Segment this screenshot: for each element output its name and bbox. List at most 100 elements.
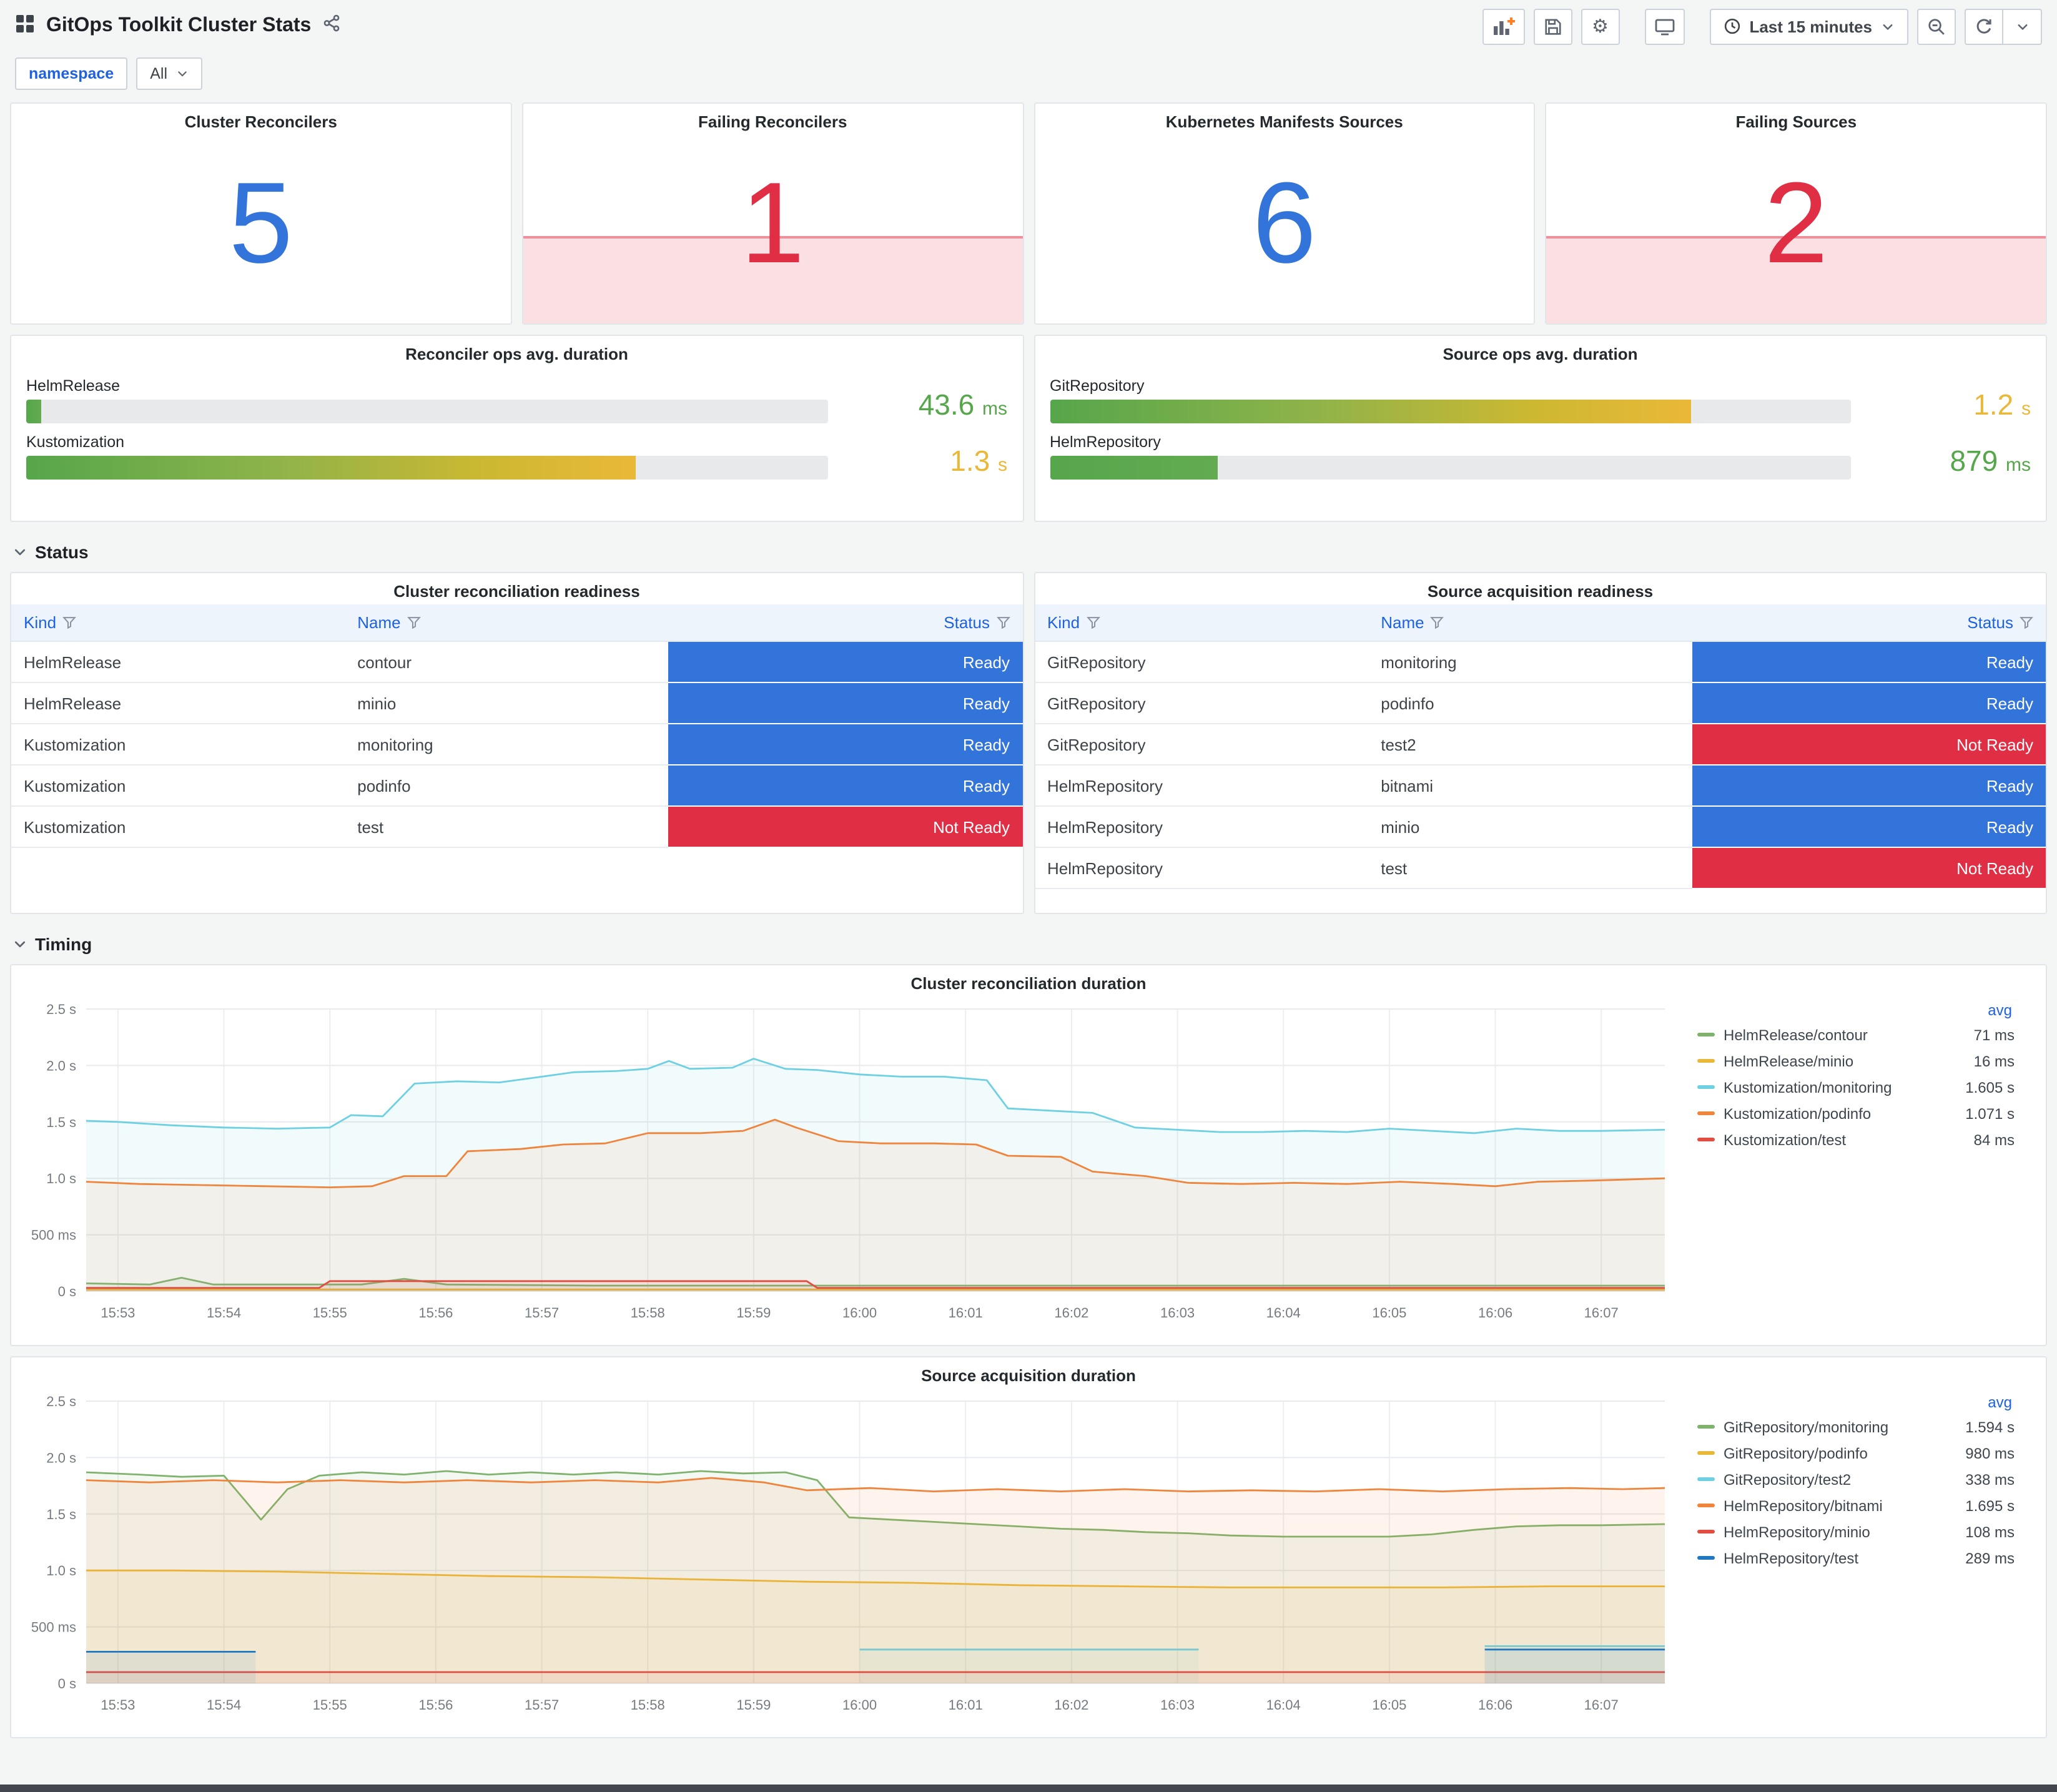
column-label: Status <box>944 613 990 632</box>
legend-item[interactable]: HelmRepository/test 289 ms <box>1697 1545 2015 1571</box>
filter-icon[interactable] <box>996 616 1010 629</box>
legend-item[interactable]: GitRepository/monitoring 1.594 s <box>1697 1414 2015 1440</box>
timeseries-chart[interactable]: 15:53 15:54 15:55 15:56 15:57 15:58 15:59 16:00… <box>24 997 1685 1329</box>
tables-row: Cluster reconciliation readiness Kind Na… <box>10 572 2047 914</box>
series-avg-value: 1.071 s <box>1965 1105 2015 1122</box>
tv-mode-button[interactable] <box>1644 8 1685 44</box>
legend-item[interactable]: Kustomization/test 84 ms <box>1697 1126 2015 1153</box>
series-name: HelmRepository/minio <box>1724 1523 1870 1540</box>
filter-icon[interactable] <box>2020 616 2033 629</box>
legend-item[interactable]: HelmRepository/bitnami 1.695 s <box>1697 1492 2015 1519</box>
timeseries-chart[interactable]: 15:53 15:54 15:55 15:56 15:57 15:58 15:59 16:00… <box>24 1389 1685 1721</box>
table-row[interactable]: Kustomization test Not Ready <box>11 806 1022 848</box>
legend-item[interactable]: Kustomization/podinfo 1.071 s <box>1697 1100 2015 1126</box>
legend-item[interactable]: Kustomization/monitoring 1.605 s <box>1697 1074 2015 1100</box>
table-cell: contour <box>345 641 669 683</box>
status-cell: Ready <box>668 682 1022 724</box>
table-cell: HelmRepository <box>1035 765 1369 807</box>
table-row[interactable]: HelmRelease contour Ready <box>11 641 1022 683</box>
filter-icon[interactable] <box>62 616 76 629</box>
apps-grid-icon[interactable] <box>15 13 35 39</box>
column-header-status[interactable]: Status <box>1692 604 2046 642</box>
series-name: HelmRepository/bitnami <box>1724 1497 1883 1514</box>
svg-text:16:06: 16:06 <box>1478 1305 1512 1321</box>
share-icon[interactable] <box>322 14 341 39</box>
filter-icon[interactable] <box>1430 616 1444 629</box>
series-name: HelmRelease/minio <box>1724 1052 1854 1070</box>
section-header-timing[interactable]: Timing <box>10 924 2047 954</box>
table-row[interactable]: Kustomization podinfo Ready <box>11 765 1022 807</box>
table-row[interactable]: Kustomization monitoring Ready <box>11 724 1022 766</box>
save-dashboard-button[interactable] <box>1533 8 1572 44</box>
table-cell: HelmRelease <box>11 682 345 724</box>
table-cell: GitRepository <box>1035 682 1369 724</box>
dashboard-settings-button[interactable]: ⚙ <box>1581 8 1620 44</box>
table-cell: Kustomization <box>11 806 345 848</box>
svg-text:2.5 s: 2.5 s <box>46 1394 76 1409</box>
legend-item[interactable]: HelmRelease/contour 71 ms <box>1697 1022 2015 1048</box>
series-color-dash <box>1697 1085 1715 1089</box>
column-header-name[interactable]: Name <box>1368 604 1692 642</box>
table-row[interactable]: GitRepository test2 Not Ready <box>1035 724 2046 766</box>
variable-value-dropdown[interactable]: All <box>136 57 203 90</box>
series-avg-value: 84 ms <box>1973 1131 2015 1148</box>
series-name: HelmRelease/contour <box>1724 1026 1868 1043</box>
zoom-out-button[interactable] <box>1917 8 1956 44</box>
svg-text:15:57: 15:57 <box>525 1697 559 1713</box>
svg-text:15:53: 15:53 <box>101 1697 135 1713</box>
table-row[interactable]: GitRepository monitoring Ready <box>1035 641 2046 683</box>
stat-panel-failing-reconcilers: Failing Reconcilers 1 <box>521 102 1024 325</box>
refresh-interval-dropdown[interactable] <box>2003 8 2042 44</box>
panel-title[interactable]: Failing Sources <box>1547 104 2046 135</box>
panel-title[interactable]: Cluster Reconcilers <box>11 104 511 135</box>
variable-label-namespace[interactable]: namespace <box>15 57 128 90</box>
panel-title[interactable]: Source ops avg. duration <box>1050 336 2031 367</box>
panel-title[interactable]: Failing Reconcilers <box>523 104 1023 135</box>
legend-item[interactable]: HelmRelease/minio 16 ms <box>1697 1048 2015 1074</box>
time-range-picker[interactable]: Last 15 minutes <box>1709 8 1908 44</box>
column-header-kind[interactable]: Kind <box>1035 604 1369 642</box>
filter-icon[interactable] <box>407 616 421 629</box>
legend-item[interactable]: HelmRepository/minio 108 ms <box>1697 1519 2015 1545</box>
column-header-kind[interactable]: Kind <box>11 604 345 642</box>
refresh-button[interactable] <box>1965 8 2003 44</box>
svg-text:15:59: 15:59 <box>736 1305 771 1321</box>
table-row[interactable]: GitRepository podinfo Ready <box>1035 682 2046 724</box>
panel-title[interactable]: Source acquisition duration <box>24 1357 2033 1389</box>
table-row[interactable]: HelmRelease minio Ready <box>11 682 1022 724</box>
legend-item[interactable]: GitRepository/podinfo 980 ms <box>1697 1440 2015 1466</box>
panel-title[interactable]: Kubernetes Manifests Sources <box>1035 104 1534 135</box>
gauge-value: 43.6 ms <box>918 388 1007 421</box>
chart-legend: avg HelmRelease/contour 71 ms HelmRelease/m… <box>1685 997 2020 1153</box>
filter-icon[interactable] <box>1086 616 1100 629</box>
chevron-down-icon <box>178 71 187 77</box>
legend-item[interactable]: GitRepository/test2 338 ms <box>1697 1466 2015 1492</box>
svg-text:16:06: 16:06 <box>1478 1697 1512 1713</box>
panel-title[interactable]: Cluster reconciliation duration <box>24 965 2033 997</box>
table-cell: GitRepository <box>1035 724 1369 766</box>
svg-text:16:04: 16:04 <box>1266 1305 1301 1321</box>
panel-title[interactable]: Source acquisition readiness <box>1035 573 2046 604</box>
table-row[interactable]: HelmRepository test Not Ready <box>1035 847 2046 889</box>
series-avg-value: 108 ms <box>1965 1523 2015 1540</box>
add-panel-button[interactable] <box>1482 8 1525 44</box>
table-cell: HelmRelease <box>11 641 345 683</box>
stat-panel-kubernetes-manifests-sources: Kubernetes Manifests Sources 6 <box>1033 102 1536 325</box>
column-header-status[interactable]: Status <box>668 604 1022 642</box>
panel-title[interactable]: Cluster reconciliation readiness <box>11 573 1022 604</box>
table-row[interactable]: HelmRepository bitnami Ready <box>1035 765 2046 807</box>
panel-title[interactable]: Reconciler ops avg. duration <box>26 336 1007 367</box>
column-header-name[interactable]: Name <box>345 604 669 642</box>
svg-text:16:00: 16:00 <box>842 1697 877 1713</box>
table-row[interactable]: HelmRepository minio Ready <box>1035 806 2046 848</box>
gauge-label: GitRepository <box>1050 377 1145 395</box>
svg-text:15:58: 15:58 <box>631 1305 665 1321</box>
table-cell: monitoring <box>345 724 669 766</box>
table-cell: test <box>345 806 669 848</box>
svg-text:1.0 s: 1.0 s <box>46 1171 76 1186</box>
bottom-edge <box>0 1785 2057 1792</box>
bar-gauge-track <box>1050 400 1851 423</box>
svg-text:2.0 s: 2.0 s <box>46 1450 76 1465</box>
series-color-dash <box>1697 1138 1715 1141</box>
section-header-status[interactable]: Status <box>10 532 2047 562</box>
